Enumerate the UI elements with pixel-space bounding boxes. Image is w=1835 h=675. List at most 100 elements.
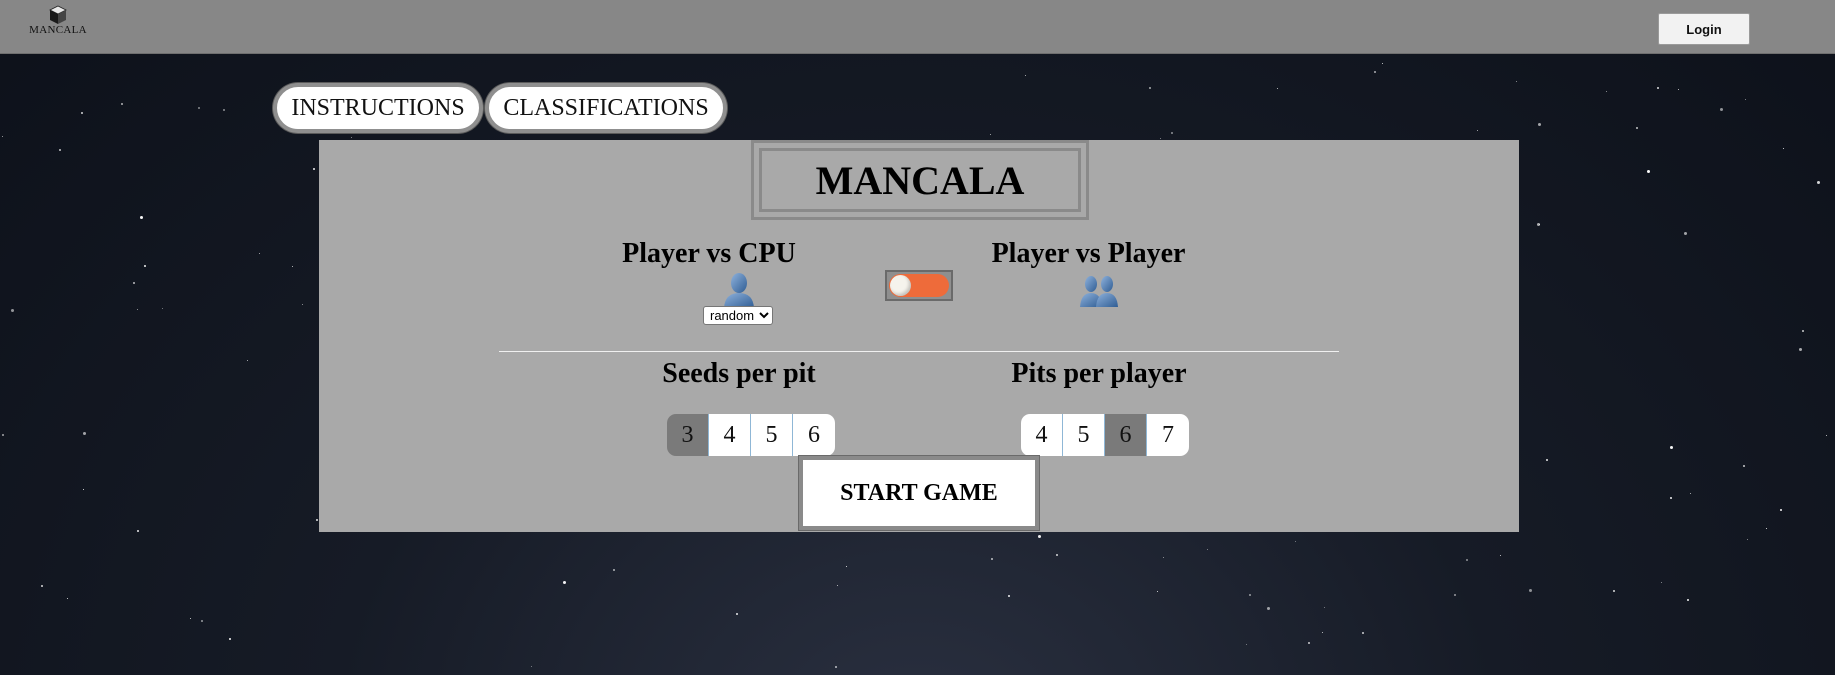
star [837,585,838,586]
star [736,613,738,615]
cpu-difficulty-select[interactable]: random [703,306,773,325]
star [351,137,352,138]
pits-option[interactable]: 4 [1021,414,1063,456]
user-icon [722,272,756,308]
star [41,585,43,587]
star [1246,644,1247,645]
star [1647,170,1650,173]
star [1690,493,1691,494]
star [1670,446,1673,449]
star [1362,632,1364,634]
star [1025,75,1026,76]
title-frame: MANCALA [751,140,1089,220]
star [1687,599,1689,601]
star [1537,223,1540,226]
star [991,558,993,560]
login-button[interactable]: Login [1658,13,1750,45]
star [67,598,68,599]
star [229,638,231,640]
star [1766,528,1767,529]
seeds-option[interactable]: 4 [709,414,751,456]
star [1743,465,1745,467]
star [2,136,3,137]
star [1277,88,1278,89]
seeds-option-group: 3 4 5 6 [667,414,835,456]
star [1477,130,1478,131]
star [313,168,315,170]
star [59,149,61,151]
star [1539,224,1540,225]
toggle-knob [890,275,911,296]
seeds-option[interactable]: 3 [667,414,709,456]
star [2,434,4,436]
classifications-button[interactable]: CLASSIFICATIONS [485,83,727,133]
star [1163,557,1164,558]
cube-icon [48,5,68,25]
star [1661,582,1662,583]
toggle-track [889,274,949,297]
star [1466,559,1468,561]
mode-toggle[interactable] [885,270,953,301]
star [1374,71,1376,73]
star [990,134,991,135]
star [1295,541,1296,542]
star [1322,632,1323,633]
star [1613,590,1615,592]
star [1606,91,1607,92]
star [1802,330,1804,332]
star [144,265,146,267]
star [1678,89,1679,90]
top-bar: MANCALA Login [0,0,1835,54]
star [1149,87,1151,89]
pits-per-player-label: Pits per player [1011,358,1187,389]
star [1747,539,1748,540]
star [137,309,138,310]
star [133,282,135,284]
star [1500,555,1501,556]
star [1538,123,1541,126]
star [613,569,615,571]
star [83,489,84,490]
logo[interactable]: MANCALA [28,5,88,45]
start-game-button[interactable]: START GAME [798,455,1040,531]
star [1817,181,1820,184]
seeds-option[interactable]: 5 [751,414,793,456]
star [247,360,248,361]
star [259,253,260,254]
star [1157,591,1158,592]
star [198,107,200,109]
star [1516,81,1517,82]
pits-option[interactable]: 6 [1105,414,1147,456]
star [1657,87,1659,89]
star [292,266,293,267]
star [1324,607,1325,608]
star [1171,132,1173,134]
star [316,519,318,521]
star [190,618,191,619]
star [1454,594,1456,596]
seeds-option[interactable]: 6 [793,414,835,456]
star [1670,497,1672,499]
star [83,432,86,435]
star [201,620,203,622]
instructions-button[interactable]: INSTRUCTIONS [273,83,483,133]
star [121,103,123,105]
star [835,666,837,668]
star [1799,348,1802,351]
star [1038,535,1041,538]
star [1720,108,1723,111]
star [1249,594,1251,596]
game-setup-panel: MANCALA Player vs CPU random Player vs P… [319,140,1519,532]
mode-cpu-label: Player vs CPU [622,238,796,269]
star [846,566,847,567]
pits-option[interactable]: 5 [1063,414,1105,456]
star [137,530,139,532]
star [1529,589,1532,592]
star [11,309,14,312]
pits-option-group: 4 5 6 7 [1021,414,1189,456]
star [563,581,566,584]
star [223,109,225,111]
star [1382,63,1383,64]
mode-pvp-label: Player vs Player [991,238,1186,269]
pits-option[interactable]: 7 [1147,414,1189,456]
